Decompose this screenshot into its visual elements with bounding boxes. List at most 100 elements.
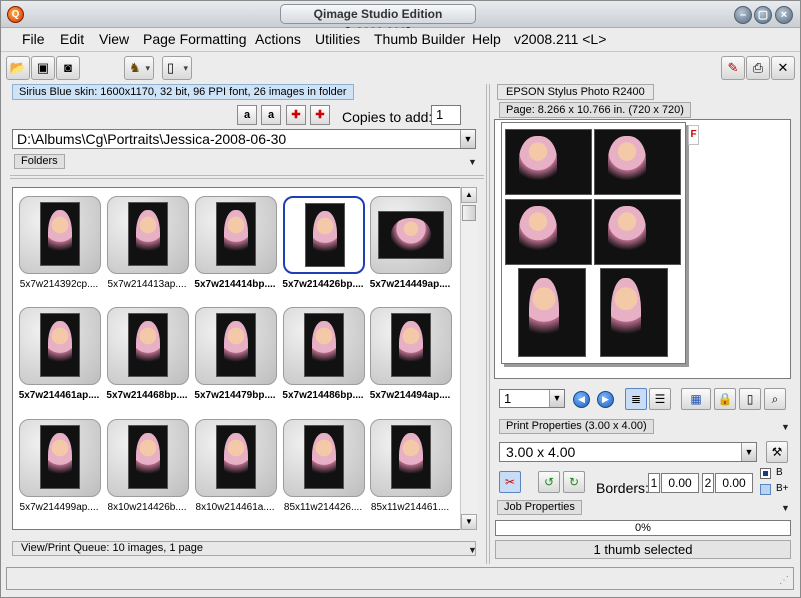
thumbnail-item[interactable]: [19, 419, 101, 497]
add-page-icon[interactable]: ✚: [310, 105, 330, 125]
scroll-thumb[interactable]: [462, 205, 476, 221]
zoom-page-icon[interactable]: ⌕: [764, 388, 786, 410]
folders-tab[interactable]: Folders: [14, 154, 65, 169]
child-portrait: [607, 206, 646, 258]
thumbnail-item[interactable]: [107, 419, 189, 497]
thumbnail-item[interactable]: [107, 196, 189, 274]
camera-icon[interactable]: ◙: [56, 56, 80, 80]
exit-icon[interactable]: ✕: [771, 56, 795, 80]
thumbnail-item[interactable]: [283, 307, 365, 385]
thumbnail-item[interactable]: [107, 307, 189, 385]
border-1-index: 1: [648, 473, 660, 493]
job-properties-collapse-icon[interactable]: ▼: [781, 503, 790, 513]
menu-file[interactable]: File: [22, 31, 45, 47]
page-photo[interactable]: [505, 199, 592, 265]
job-properties-tab[interactable]: Job Properties: [497, 500, 582, 515]
thumbnail-photo: [40, 202, 80, 266]
thumbnail-label: 5x7w214486bp....: [282, 390, 364, 401]
blank-page-icon[interactable]: ▯: [739, 388, 761, 410]
lock-icon[interactable]: 🔒: [714, 388, 736, 410]
app-window: Q Qimage Studio Edition [v2008.210] – ▢ …: [0, 0, 801, 598]
new-page-icon[interactable]: ▯: [162, 56, 192, 80]
menu-page-formatting[interactable]: Page Formatting: [143, 31, 247, 47]
border-1-input[interactable]: 0.00: [661, 473, 699, 493]
page-photo[interactable]: [600, 268, 668, 357]
copies-input[interactable]: 1: [431, 105, 461, 125]
print-properties-tab[interactable]: Print Properties (3.00 x 4.00): [499, 419, 654, 434]
version-label: v2008.211 <L>: [514, 31, 607, 47]
page-photo[interactable]: [594, 199, 681, 265]
open-folder-icon[interactable]: 📂: [6, 56, 30, 80]
thumbnail-item[interactable]: [195, 307, 277, 385]
thumbnail-item[interactable]: [195, 196, 277, 274]
add-plus-icon[interactable]: ✚: [286, 105, 306, 125]
scroll-up-icon[interactable]: ▲: [461, 187, 477, 203]
print-icon[interactable]: ⎙: [746, 56, 770, 80]
filter-icon[interactable]: ♞: [124, 56, 154, 80]
thumbnail-gallery[interactable]: 5x7w214392cp.... 5x7w214413ap.... 5x7w2144…: [12, 187, 477, 530]
rotate-left-icon[interactable]: ↺: [538, 471, 560, 493]
child-portrait: [518, 206, 557, 258]
tools-icon[interactable]: ⚒: [766, 441, 788, 463]
thumbnail-item[interactable]: [283, 196, 365, 274]
list-view-icon[interactable]: ☰: [649, 388, 671, 410]
menu-help[interactable]: Help: [472, 31, 501, 47]
next-page-icon[interactable]: ▶: [597, 391, 614, 408]
child-portrait: [390, 217, 432, 255]
child-portrait: [47, 433, 73, 484]
page-view-icon[interactable]: ≣: [625, 388, 647, 410]
maximize-icon[interactable]: ▢: [754, 6, 772, 24]
border-b-radio[interactable]: [760, 468, 771, 479]
rotate-right-icon[interactable]: ↻: [563, 471, 585, 493]
resize-grip-icon[interactable]: ⋰: [779, 575, 789, 586]
page-dropdown-icon[interactable]: ▼: [549, 390, 564, 407]
thumbnail-label: 8x10w214426b....: [107, 502, 187, 513]
queue-collapse-icon[interactable]: ▼: [468, 545, 477, 555]
selection-status: 1 thumb selected: [495, 540, 791, 559]
print-size-select[interactable]: 3.00 x 4.00: [499, 442, 757, 462]
menu-view[interactable]: View: [99, 31, 129, 47]
menu-utilities[interactable]: Utilities: [315, 31, 360, 47]
left-splitter[interactable]: [10, 175, 484, 179]
close-icon[interactable]: ×: [775, 6, 793, 24]
app-logo-icon[interactable]: Q: [7, 6, 24, 23]
folders-collapse-icon[interactable]: ▼: [468, 157, 477, 167]
thumbnail-item[interactable]: [195, 419, 277, 497]
scroll-down-icon[interactable]: ▼: [461, 514, 477, 530]
crop-icon[interactable]: ✂: [499, 471, 521, 493]
print-properties-collapse-icon[interactable]: ▼: [781, 422, 790, 432]
panel-divider[interactable]: [486, 84, 490, 564]
border-bplus-radio[interactable]: [760, 484, 771, 495]
folder-path-field[interactable]: D:\Albums\Cg\Portraits\Jessica-2008-06-3…: [12, 129, 476, 149]
page-photo[interactable]: [505, 129, 592, 195]
add-all-button[interactable]: a: [237, 105, 257, 125]
menu-edit[interactable]: Edit: [60, 31, 84, 47]
edit-icon[interactable]: ✎: [721, 56, 745, 80]
thumbnail-item[interactable]: [19, 307, 101, 385]
thumbnail-photo: [216, 313, 256, 377]
save-icon[interactable]: ▣: [31, 56, 55, 80]
gallery-scrollbar[interactable]: ▲ ▼: [460, 187, 477, 530]
prev-page-icon[interactable]: ◀: [573, 391, 590, 408]
thumbnail-label: 5x7w214449ap....: [369, 279, 451, 290]
thumbnail-item[interactable]: [370, 307, 452, 385]
page-photo[interactable]: [594, 129, 681, 195]
minimize-icon[interactable]: –: [734, 6, 752, 24]
page-photo[interactable]: [518, 268, 586, 357]
page-sheet[interactable]: [501, 122, 686, 364]
thumbnail-item[interactable]: [19, 196, 101, 274]
grid-layout-icon[interactable]: ▦: [681, 388, 711, 410]
child-portrait: [610, 277, 641, 348]
border-2-input[interactable]: 0.00: [715, 473, 753, 493]
thumbnail-item[interactable]: [370, 419, 452, 497]
queue-status[interactable]: View/Print Queue: 10 images, 1 page: [12, 541, 476, 556]
menu-actions[interactable]: Actions: [255, 31, 301, 47]
printer-tab[interactable]: EPSON Stylus Photo R2400: [497, 84, 654, 100]
add-selected-button[interactable]: a: [261, 105, 281, 125]
print-size-dropdown-icon[interactable]: ▼: [741, 443, 756, 461]
thumbnail-item[interactable]: [370, 196, 452, 274]
path-dropdown-icon[interactable]: ▼: [460, 130, 475, 148]
menu-thumb-builder[interactable]: Thumb Builder: [374, 31, 465, 47]
flag-badge[interactable]: F: [688, 125, 699, 145]
thumbnail-item[interactable]: [283, 419, 365, 497]
